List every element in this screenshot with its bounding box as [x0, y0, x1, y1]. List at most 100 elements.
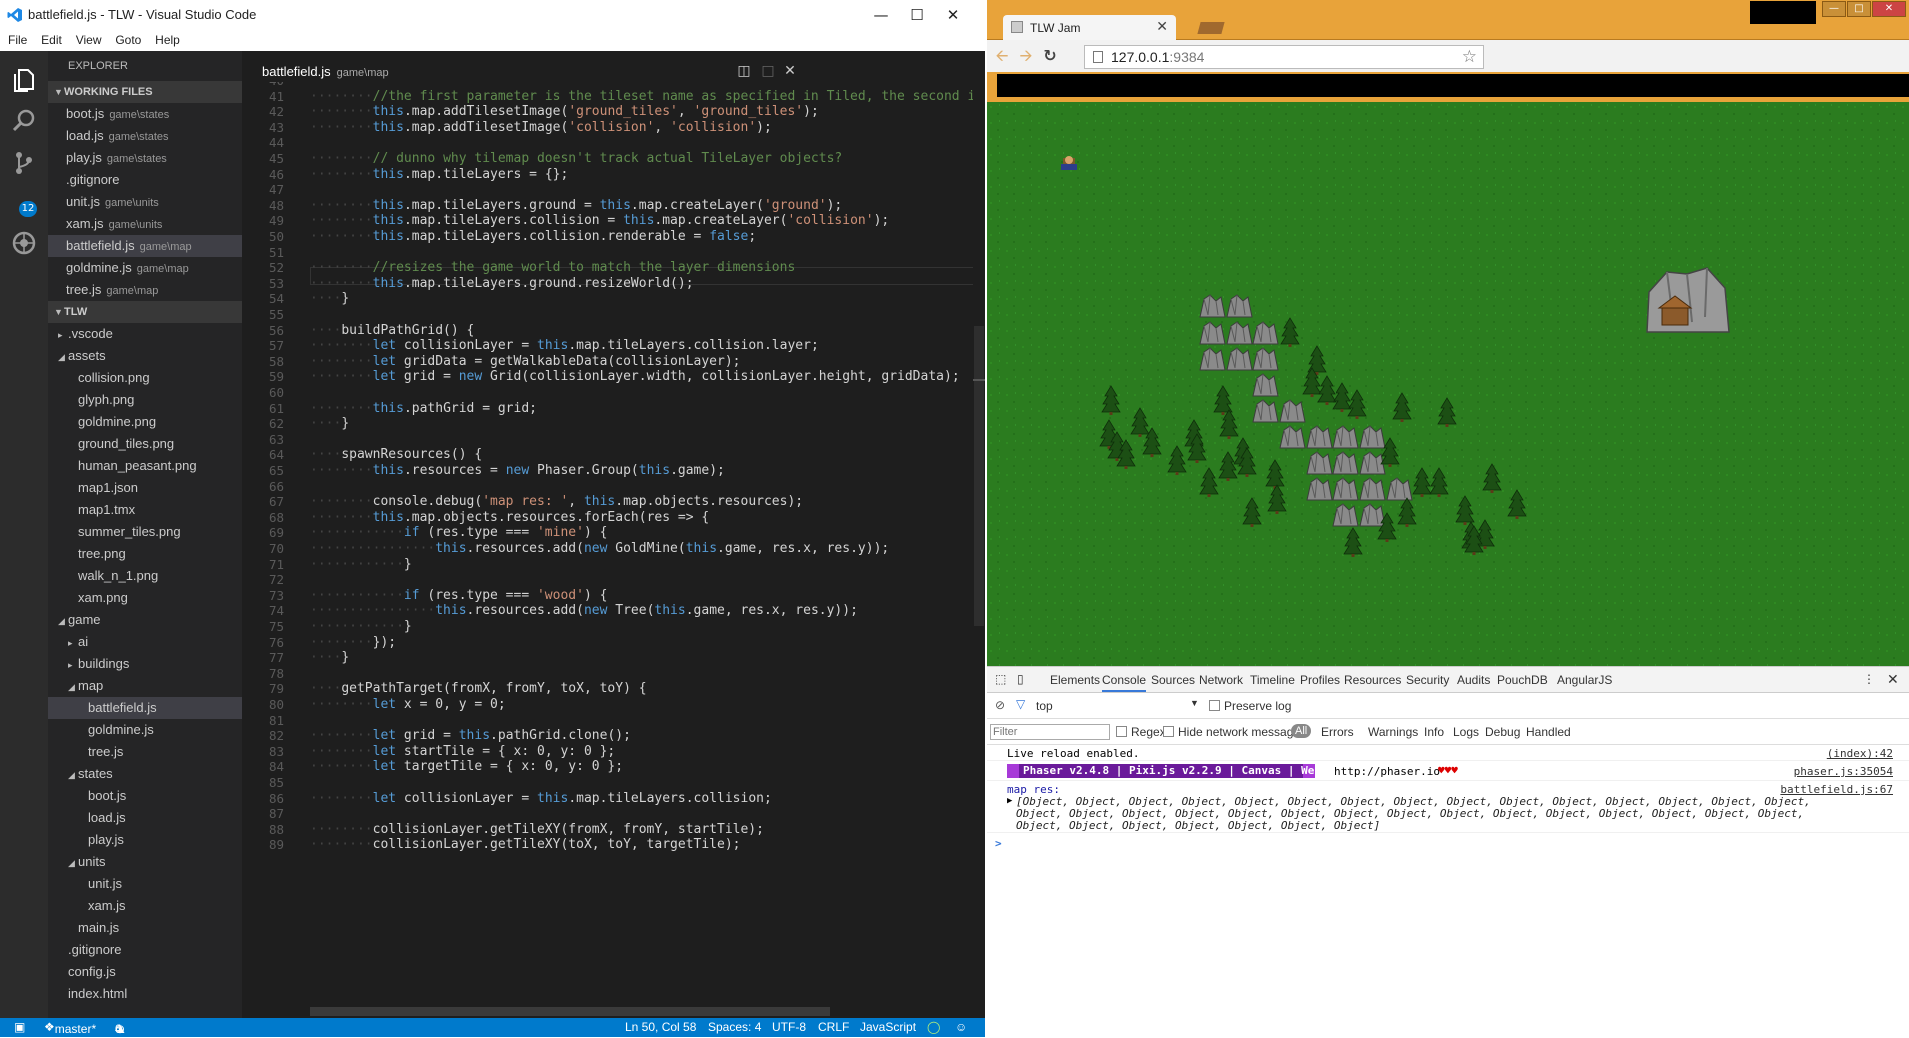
close-devtools-icon[interactable]: ✕	[1887, 671, 1899, 688]
code-line[interactable]: ········let x = 0, y = 0;	[310, 697, 506, 712]
code-line[interactable]: ········this.map.tileLayers.ground = thi…	[310, 198, 842, 213]
device-mode-icon[interactable]: ▯	[1017, 672, 1024, 686]
search-icon[interactable]	[10, 107, 38, 135]
code-line[interactable]: ········this.pathGrid = grid;	[310, 401, 537, 416]
folder-item[interactable]: ◢ game	[48, 609, 242, 631]
working-file-item[interactable]: xam.js game\units	[48, 213, 242, 235]
code-line[interactable]: ········let startTile = { x: 0, y: 0 };	[310, 744, 615, 759]
file-item[interactable]: map1.json	[48, 477, 242, 499]
code-line[interactable]: ········let grid = new Grid(collisionLay…	[310, 369, 960, 384]
code-line[interactable]: ········let targetTile = { x: 0, y: 0 };	[310, 759, 623, 774]
code-line[interactable]: ················this.resources.add(new T…	[310, 603, 858, 618]
back-icon[interactable]: 🡨	[993, 47, 1011, 65]
horizontal-scrollbar[interactable]	[310, 1007, 830, 1016]
encoding[interactable]: UTF-8	[772, 1020, 806, 1034]
split-editor-icon[interactable]: ◫	[734, 61, 754, 81]
code-line[interactable]: ············}	[310, 557, 412, 572]
language-mode[interactable]: JavaScript	[860, 1020, 916, 1034]
level-warnings[interactable]: Warnings	[1368, 725, 1418, 739]
code-line[interactable]: ····spawnResources() {	[310, 447, 482, 462]
file-item[interactable]: index.html	[48, 983, 242, 1005]
tab-timeline[interactable]: Timeline	[1250, 673, 1295, 687]
file-item[interactable]: play.js	[48, 829, 242, 851]
tab-console[interactable]: Console	[1102, 673, 1147, 692]
console-filter-input[interactable]	[990, 724, 1110, 740]
level-debug[interactable]: Debug	[1485, 725, 1520, 739]
folder-item[interactable]: ◢ assets	[48, 345, 242, 367]
file-item[interactable]: xam.js	[48, 895, 242, 917]
browser-minimize-icon[interactable]: —	[1822, 1, 1846, 17]
menu-view[interactable]: View	[76, 30, 102, 51]
browser-close-icon[interactable]: ✕	[1872, 1, 1906, 17]
code-line[interactable]: ········this.map.objects.resources.forEa…	[310, 510, 709, 525]
menu-goto[interactable]: Goto	[115, 30, 141, 51]
tab-battlefield[interactable]: battlefield.js game\map	[262, 64, 389, 79]
console-output[interactable]: Live reload enabled. (index):42 Phaser v…	[987, 745, 1909, 1038]
tab-resources[interactable]: Resources	[1344, 673, 1401, 687]
code-line[interactable]: ········});	[310, 635, 396, 650]
code-line[interactable]: ····getPathTarget(fromX, fromY, toX, toY…	[310, 681, 647, 696]
cursor-position[interactable]: Ln 50, Col 58	[625, 1020, 696, 1034]
line-ending[interactable]: CRLF	[818, 1020, 849, 1034]
debug-icon[interactable]	[10, 229, 38, 257]
file-item[interactable]: tree.js	[48, 741, 242, 763]
file-item[interactable]: goldmine.js	[48, 719, 242, 741]
expand-triangle-icon[interactable]: ▶	[1007, 796, 1012, 806]
working-file-item[interactable]: load.js game\states	[48, 125, 242, 147]
close-editor-icon[interactable]: ✕	[780, 61, 800, 81]
folder-item[interactable]: ▸ buildings	[48, 653, 242, 675]
message-source-link[interactable]: (index):42	[1827, 747, 1893, 760]
tab-profiles[interactable]: Profiles	[1300, 673, 1340, 687]
filter-icon[interactable]: ▽	[1016, 697, 1025, 711]
reload-icon[interactable]: ↻	[1041, 47, 1059, 65]
level-errors[interactable]: Errors	[1321, 725, 1354, 739]
regex-checkbox[interactable]	[1116, 726, 1127, 737]
file-item[interactable]: boot.js	[48, 785, 242, 807]
working-file-item[interactable]: battlefield.js game\map	[48, 235, 242, 257]
regex-toggle[interactable]: Regex	[1116, 725, 1166, 739]
working-file-item[interactable]: .gitignore	[48, 169, 242, 191]
file-item[interactable]: .gitignore	[48, 939, 242, 961]
code-line[interactable]: ········let gridData = getWalkableData(c…	[310, 354, 740, 369]
code-line[interactable]: ········this.map.tileLayers.collision = …	[310, 213, 889, 228]
code-line[interactable]: ········let collisionLayer = this.map.ti…	[310, 338, 819, 353]
tab-pouchdb[interactable]: PouchDB	[1497, 673, 1548, 687]
code-line[interactable]: ················this.resources.add(new G…	[310, 541, 889, 556]
tab-elements[interactable]: Elements	[1050, 673, 1100, 687]
tab-sources[interactable]: Sources	[1151, 673, 1195, 687]
folder-item[interactable]: ▸ .vscode	[48, 323, 242, 345]
code-line[interactable]: ········this.map.tileLayers = {};	[310, 167, 568, 182]
file-item[interactable]: human_peasant.png	[48, 455, 242, 477]
tab-network[interactable]: Network	[1199, 673, 1243, 687]
close-icon[interactable]: ✕	[938, 4, 968, 26]
branch-indicator[interactable]: ❖ master*	[44, 1020, 96, 1036]
minimize-icon[interactable]: —	[866, 4, 896, 26]
folder-item[interactable]: ◢ units	[48, 851, 242, 873]
working-file-item[interactable]: tree.js game\map	[48, 279, 242, 301]
menu-edit[interactable]: Edit	[41, 30, 62, 51]
file-item[interactable]: glyph.png	[48, 389, 242, 411]
indentation[interactable]: Spaces: 4	[708, 1020, 761, 1034]
code-line[interactable]: ········console.debug('map res: ', this.…	[310, 494, 803, 509]
new-tab-button[interactable]	[1197, 22, 1225, 34]
file-item[interactable]: map1.tmx	[48, 499, 242, 521]
context-dropdown-icon[interactable]: ▼	[1190, 698, 1199, 708]
console-prompt[interactable]: >	[995, 837, 1002, 850]
bookmark-star-icon[interactable]: ☆	[1462, 46, 1477, 68]
open-changes-icon[interactable]: □	[758, 61, 778, 81]
working-file-item[interactable]: play.js game\states	[48, 147, 242, 169]
code-line[interactable]: ········this.resources = new Phaser.Grou…	[310, 463, 725, 478]
file-item[interactable]: goldmine.png	[48, 411, 242, 433]
close-tab-icon[interactable]: ✕	[1156, 18, 1168, 35]
code-editor[interactable]: 4041 ········//the first parameter is the…	[242, 82, 973, 1018]
folder-item[interactable]: ◢ map	[48, 675, 242, 697]
preserve-log-toggle[interactable]: Preserve log	[1209, 699, 1291, 713]
code-line[interactable]: ········// dunno why tilemap doesn't tra…	[310, 151, 842, 166]
menu-help[interactable]: Help	[155, 30, 180, 51]
game-canvas[interactable]	[987, 102, 1909, 666]
code-line[interactable]: ········this.map.tileLayers.ground.resiz…	[310, 276, 694, 291]
preserve-log-checkbox[interactable]	[1209, 700, 1220, 711]
folder-item[interactable]: ◢ states	[48, 763, 242, 785]
file-item[interactable]: collision.png	[48, 367, 242, 389]
tab-audits[interactable]: Audits	[1457, 673, 1490, 687]
